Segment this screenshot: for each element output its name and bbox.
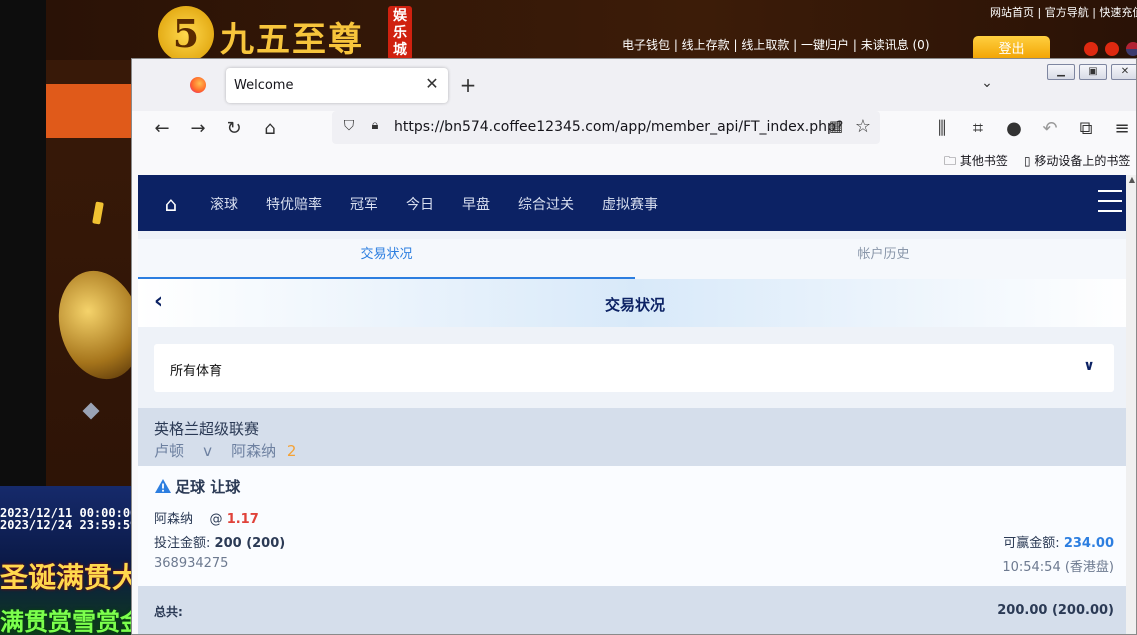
hamburger-menu-icon[interactable] [1098,190,1122,212]
tab-transaction-status[interactable]: 交易状况 [138,239,635,279]
sport-filter-value: 所有体育 [170,364,223,379]
bet-win-value: 234.00 [1063,536,1114,551]
screenshot-icon[interactable]: ⌗ [966,117,990,141]
cn-flag-icon[interactable] [1105,42,1119,56]
bookmark-other-label: 其他书签 [959,154,1008,168]
sport-filter-select[interactable]: 所有体育 ∨ [154,344,1114,392]
tab-title: Welcome [234,78,294,93]
background-left-panel [0,0,46,490]
close-icon[interactable]: ✕ [422,74,442,94]
nav-item-virtual[interactable]: 虚拟赛事 [602,194,658,214]
back-arrow-icon[interactable]: ← [150,117,174,141]
chevron-down-icon[interactable]: ⌄ [977,75,997,95]
new-tab-icon[interactable]: + [458,74,478,96]
background-orange-block [46,84,136,138]
bet-selection: 阿森纳 @ 1.17 [154,508,259,527]
site-logo-tag: 娱乐城 [388,6,412,60]
menu-icon[interactable]: ≡ [1110,117,1134,141]
nav-item-today[interactable]: 今日 [406,194,434,214]
at-sign: @ [209,512,223,527]
nav-item-special-odds[interactable]: 特优赔率 [266,194,322,214]
home-team: 卢顿 [154,442,185,460]
warning-icon [155,479,171,493]
bet-id: 368934275 [154,556,229,571]
bet-odds: 1.17 [226,512,259,527]
promo-date-end: 2023/12/24 23:59:59 [0,518,138,532]
site-account-menu[interactable]: 电子钱包 | 线上存款 | 线上取款 | 一键归户 | 未读讯息 (0) [622,36,930,53]
match-score: 2 [286,442,297,460]
promo-subtitle: 满贯赏雪赏金 [0,608,144,635]
star-icon[interactable]: ☆ [852,116,874,138]
web-page: ⌂ 滚球 特优赔率 冠军 今日 早盘 综合过关 虚拟赛事 交易状况 帐户历史 ‹… [138,175,1136,634]
league-header: 英格兰超级联赛 卢顿 v 阿森纳 2 [138,408,1132,466]
league-name: 英格兰超级联赛 [154,420,260,438]
bet-card: 足球 让球 阿森纳 @ 1.17 投注金额: 200 (200) 3689342… [138,466,1132,586]
minimize-icon[interactable]: ▁ [1047,64,1075,80]
bet-stake: 投注金额: 200 (200) [154,532,285,551]
site-navigation: ⌂ 滚球 特优赔率 冠军 今日 早盘 综合过关 虚拟赛事 [138,175,1132,231]
home-icon[interactable]: ⌂ [158,191,184,217]
reload-icon[interactable]: ↻ [222,117,246,141]
library-icon[interactable]: ⫼ [930,117,954,141]
page-header: ‹ 交易状况 [138,279,1132,327]
page-title: 交易状况 [604,296,665,314]
bet-win-label: 可赢金额: [1003,536,1060,551]
bookmark-mobile[interactable]: ▯ 移动设备上的书签 [1024,152,1130,169]
scrollbar[interactable]: ▲ [1126,175,1136,634]
chevron-down-icon[interactable]: ∨ [1080,358,1098,376]
bet-selection-team: 阿森纳 [154,512,194,527]
versus-label: v [203,442,212,460]
nav-item-outright[interactable]: 冠军 [350,194,378,214]
tab-strip: Welcome ✕ + ⌄ ▁ ▣ ✕ [132,59,1136,111]
sub-tabs: 交易状况 帐户历史 [138,239,1132,279]
url-bar[interactable]: ⛉ 🔒︎ https://bn574.coffee12345.com/app/m… [332,111,880,144]
lock-icon[interactable]: 🔒︎ [366,118,384,136]
bet-potential-win: 可赢金额: 234.00 [1003,532,1114,551]
site-logo-mark: 5 [158,6,214,62]
browser-tab[interactable]: Welcome ✕ [226,68,448,103]
tab-account-history[interactable]: 帐户历史 [635,239,1132,279]
total-label: 总共: [154,605,183,619]
site-logo-text: 九五至尊 [220,20,364,60]
bet-type-label: 足球 让球 [175,478,241,496]
site-top-links[interactable]: 网站首页 | 官方导航 | 快速充值 [990,4,1137,20]
window-close-icon[interactable]: ✕ [1111,64,1136,80]
hk-flag-icon[interactable] [1084,42,1098,56]
navigation-toolbar: ← → ↻ ⌂ ⛉ 🔒︎ https://bn574.coffee12345.c… [132,111,1136,147]
forward-arrow-icon[interactable]: → [186,117,210,141]
bookmarks-bar: 🗀︎ 其他书签 ▯ 移动设备上的书签 [132,147,1136,175]
bookmark-other[interactable]: 🗀︎ 其他书签 [944,152,1008,173]
logout-button[interactable]: 登出 [973,36,1050,60]
bookmark-mobile-label: 移动设备上的书签 [1034,154,1131,168]
shield-icon[interactable]: ⛉ [340,118,358,136]
nav-item-live[interactable]: 滚球 [210,194,238,214]
undo-icon[interactable]: ↶ [1038,117,1062,141]
nav-item-early[interactable]: 早盘 [462,194,490,214]
match-teams: 卢顿 v 阿森纳 2 [154,440,296,461]
bet-type: 足球 让球 [154,476,240,497]
total-value: 200.00 (200.00) [997,603,1114,618]
window-controls: ▁ ▣ ✕ [1047,64,1136,82]
total-row: 总共: 200.00 (200.00) [138,586,1132,634]
url-text[interactable]: https://bn574.coffee12345.com/app/member… [394,119,843,135]
qr-code-icon[interactable]: ▦ [826,117,846,137]
browser-window: Welcome ✕ + ⌄ ▁ ▣ ✕ ← → ↻ ⌂ ⛉ 🔒︎ https:/… [131,58,1137,635]
bet-stake-value: 200 (200) [214,536,286,551]
scroll-up-icon[interactable]: ▲ [1126,175,1136,187]
firefox-icon[interactable] [190,77,206,93]
language-flags[interactable] [1084,42,1137,58]
us-flag-icon[interactable] [1126,42,1137,56]
maximize-icon[interactable]: ▣ [1079,64,1107,80]
nav-item-parlay[interactable]: 综合过关 [518,194,574,214]
bet-time: 10:54:54 (香港盘) [1002,560,1114,575]
away-team: 阿森纳 [231,442,277,460]
bet-stake-label: 投注金额: [154,536,211,551]
chat-icon[interactable]: ● [1002,117,1026,141]
extensions-icon[interactable]: ⧉ [1074,117,1098,141]
home-icon[interactable]: ⌂ [258,117,282,141]
promo-title: 圣诞满贯大 [0,561,141,594]
